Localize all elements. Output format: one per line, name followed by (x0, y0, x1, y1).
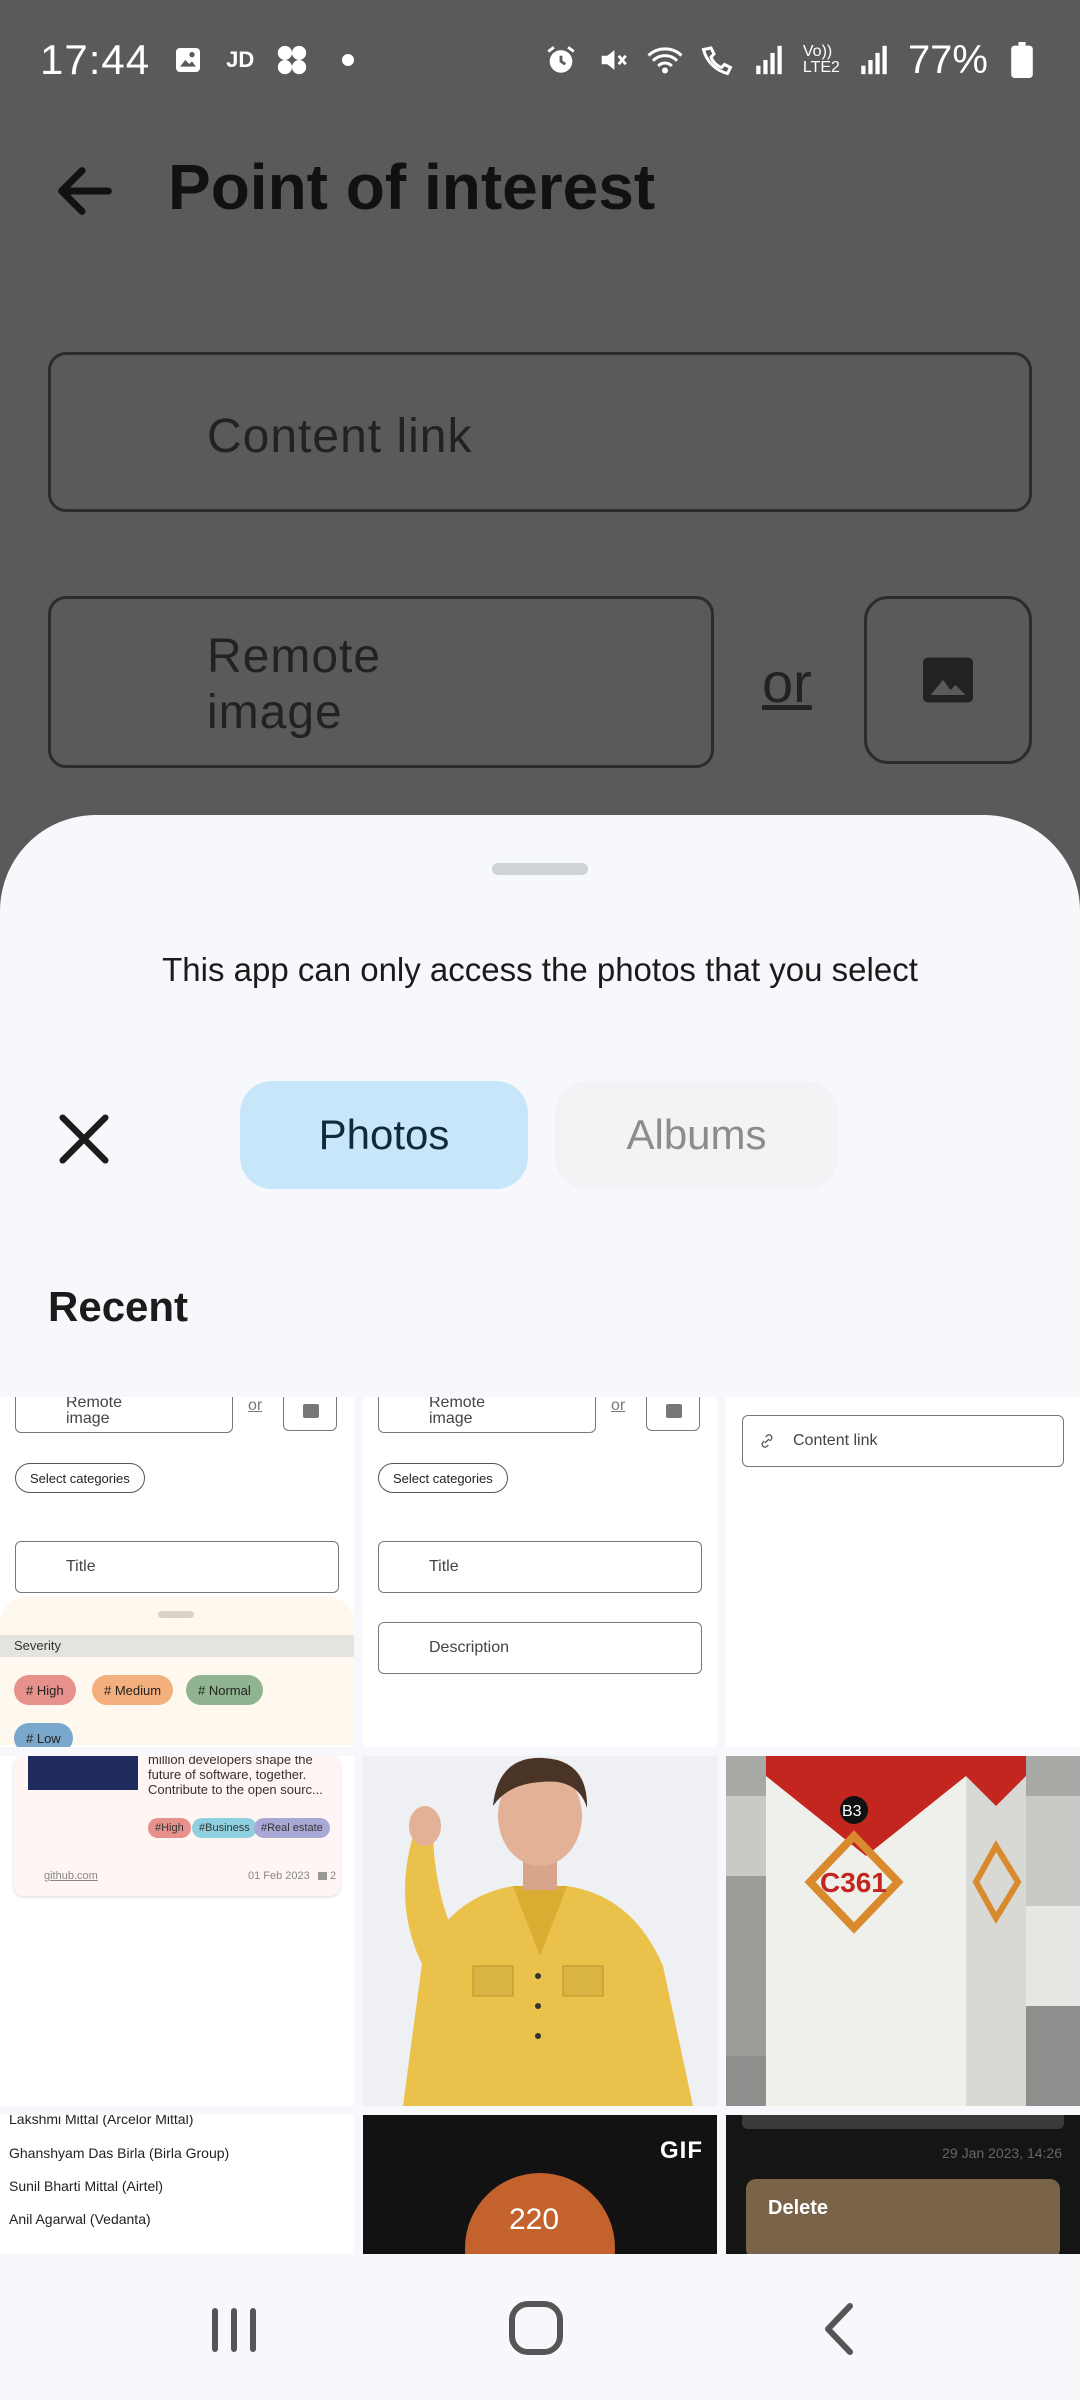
thumb-name-4: Anil Agarwal (Vedanta) (9, 2211, 151, 2227)
fan-icon (274, 42, 310, 78)
image-icon (923, 657, 973, 703)
thumb-name-2: Ghanshyam Das Birla (Birla Group) (9, 2145, 230, 2161)
content-link-label: Content link (207, 410, 473, 463)
thumb-title-field: Title (15, 1541, 339, 1593)
system-nav-bar (0, 2256, 1080, 2400)
drag-handle[interactable] (492, 863, 588, 875)
photo-picker-sheet: This app can only access the photos that… (0, 815, 1080, 2400)
thumb-image-icon (646, 1397, 700, 1431)
gif-text: 220 (509, 2203, 560, 2236)
thumb-feed-image (28, 1756, 138, 1790)
back-arrow-icon[interactable] (50, 156, 120, 226)
gif-badge: GIF (660, 2137, 703, 2164)
photo-thumbnail-6[interactable]: B3 C361 (726, 1756, 1080, 2106)
battery-percent: 77% (907, 37, 988, 82)
thumb-feed-card: million developers shape the future of s… (14, 1756, 340, 1896)
thumb-select-categories: Select categories (378, 1463, 508, 1493)
photo-thumbnail-1[interactable]: Remote image or Select categories Title … (0, 1397, 354, 1747)
wifi-icon (647, 42, 683, 78)
back-icon[interactable] (800, 2294, 880, 2364)
gallery-icon (170, 42, 206, 78)
recents-icon[interactable] (194, 2294, 274, 2364)
thumb-comment-icon (318, 1872, 327, 1880)
thumb-sheet-handle (158, 1611, 194, 1618)
thumb-top-bar (742, 2115, 1064, 2129)
section-title-recent: Recent (48, 1283, 189, 1330)
photo-thumbnail-2[interactable]: Remote image or Select categories Title … (363, 1397, 717, 1747)
status-bar: 17:44 JD Vo)) LTE2 77% (0, 0, 1080, 120)
app-bar: Point of interest (0, 130, 1080, 260)
thumb-chip-medium: # Medium (92, 1675, 174, 1705)
thumb-name-1: Lakshmi Mittal (Arcelor Mittal) (9, 2115, 194, 2127)
thumb-feed-date: 01 Feb 2023 (248, 1870, 310, 1882)
close-icon[interactable] (52, 1107, 116, 1171)
tab-albums[interactable]: Albums (555, 1081, 838, 1189)
thumb-title-field: Title (378, 1541, 702, 1593)
battery-icon (1004, 42, 1040, 78)
thumb-or-label: or (248, 1397, 263, 1414)
access-notice: This app can only access the photos that… (162, 951, 918, 988)
signal-icon (751, 42, 787, 78)
thumb-feed-link: github.com (44, 1870, 98, 1882)
photo-thumbnail-5[interactable] (363, 1756, 717, 2106)
photo-thumbnail-9[interactable]: 29 Jan 2023, 14:26 Delete (726, 2115, 1080, 2254)
tab-photos[interactable]: Photos (240, 1081, 528, 1189)
signal-icon-2 (856, 42, 892, 78)
thumb-name-3: Sunil Bharti Mittal (Airtel) (9, 2178, 164, 2194)
thumb-chip-normal: # Normal (186, 1675, 263, 1705)
parking-pillar-photo: B3 C361 (726, 1756, 1080, 2106)
or-label: or (762, 651, 812, 714)
thumb-comment-count: 2 (330, 1870, 337, 1882)
photo-thumbnail-8[interactable]: GIF 220 (363, 2115, 717, 2254)
thumb-date: 29 Jan 2023, 14:26 (942, 2145, 1062, 2161)
photo-thumbnail-3[interactable]: Content link (726, 1397, 1080, 1747)
thumb-severity-label: Severity (0, 1635, 354, 1657)
thumb-feed-text: million developers shape the future of s… (148, 1756, 323, 1797)
thumb-chip-low: # Low (14, 1723, 73, 1747)
mute-icon (595, 42, 631, 78)
thumb-select-categories: Select categories (15, 1463, 145, 1493)
remote-image-field[interactable]: Remote image (48, 596, 714, 768)
thumb-tag-business: #Business (192, 1818, 257, 1838)
wifi-call-icon (699, 42, 735, 78)
status-time: 17:44 (40, 36, 151, 83)
link-icon (761, 1434, 773, 1448)
photo-grid: Remote image or Select categories Title … (0, 1397, 1080, 2254)
remote-image-label: Remote image (207, 630, 382, 739)
thumb-remote-image-field: Remote image (15, 1397, 233, 1433)
alarm-icon (543, 42, 579, 78)
content-link-field[interactable]: Content link (48, 352, 1032, 512)
pillar-label-c361: C361 (820, 1867, 887, 1898)
volte-icon: Vo)) LTE2 (802, 43, 840, 76)
thumb-description-field: Description (378, 1622, 702, 1674)
thumb-severity-panel: Severity # High # Medium # Normal # Low (0, 1597, 354, 1747)
pick-image-button[interactable] (864, 596, 1032, 764)
thumb-content-link-field: Content link (742, 1415, 1064, 1467)
thumb-chip-high: # High (14, 1675, 76, 1705)
thumb-tag-high: #High (148, 1818, 191, 1838)
home-icon[interactable] (496, 2294, 576, 2364)
person-photo (363, 1756, 717, 2106)
photo-thumbnail-7[interactable]: Lakshmi Mittal (Arcelor Mittal) Ghanshya… (0, 2115, 354, 2254)
thumb-image-icon (283, 1397, 337, 1431)
page-title: Point of interest (168, 151, 656, 223)
dot-icon (330, 42, 366, 78)
thumb-delete-button: Delete (746, 2179, 1060, 2254)
thumb-tag-real-estate: #Real estate (254, 1818, 330, 1838)
thumb-or-label: or (611, 1397, 626, 1414)
jd-icon: JD (226, 47, 255, 72)
photo-thumbnail-4[interactable]: million developers shape the future of s… (0, 1756, 354, 2106)
pillar-label-b3: B3 (842, 1803, 862, 1820)
thumb-remote-image-field: Remote image (378, 1397, 596, 1433)
